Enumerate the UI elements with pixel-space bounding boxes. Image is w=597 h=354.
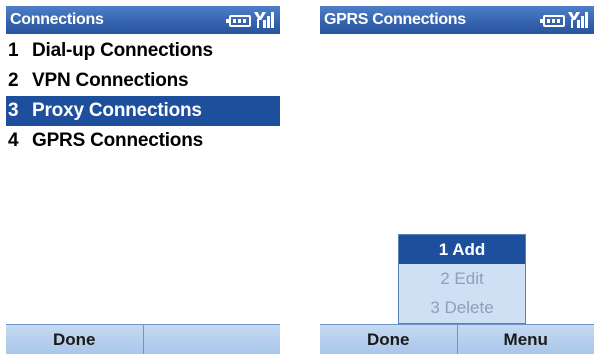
screen-title: GPRS Connections <box>324 11 466 28</box>
context-menu-popup: 1 Add 2 Edit 3 Delete <box>398 234 526 324</box>
add-menu-item[interactable]: 1 Add <box>399 235 525 264</box>
done-softkey[interactable]: Done <box>6 325 144 354</box>
menu-item-number: 4 <box>8 130 19 151</box>
status-icons <box>226 12 274 28</box>
menu-item-label: VPN Connections <box>32 70 189 91</box>
menu-softkey[interactable]: Menu <box>458 325 595 354</box>
menu-item-number: 3 <box>8 100 19 121</box>
gprs-connections-screen: GPRS Connections 1 Add 2 Edit 3 Delete D… <box>320 6 594 354</box>
title-bar: Connections <box>6 6 280 34</box>
status-icons <box>540 12 588 28</box>
signal-strength-icon <box>568 12 588 28</box>
signal-strength-icon <box>254 12 274 28</box>
connections-menu: 1 Dial-up Connections 2 VPN Connections … <box>6 36 280 156</box>
softkey-bar: Done Menu <box>320 324 594 354</box>
battery-icon <box>226 15 251 27</box>
menu-item-vpn[interactable]: 2 VPN Connections <box>6 66 280 96</box>
menu-item-label: Dial-up Connections <box>32 40 213 61</box>
menu-item-proxy[interactable]: 3 Proxy Connections <box>6 96 280 126</box>
done-softkey[interactable]: Done <box>320 325 458 354</box>
screen-title: Connections <box>10 11 104 28</box>
softkey-bar: Done <box>6 324 280 354</box>
title-bar: GPRS Connections <box>320 6 594 34</box>
menu-item-number: 2 <box>8 70 19 91</box>
right-softkey[interactable] <box>144 325 281 354</box>
battery-icon <box>540 15 565 27</box>
menu-item-gprs[interactable]: 4 GPRS Connections <box>6 126 280 156</box>
edit-menu-item[interactable]: 2 Edit <box>399 264 525 293</box>
connections-screen: Connections 1 Dial-up Connections 2 VPN … <box>6 6 280 354</box>
menu-item-label: Proxy Connections <box>32 100 202 121</box>
delete-menu-item[interactable]: 3 Delete <box>399 293 525 322</box>
menu-item-label: GPRS Connections <box>32 130 203 151</box>
menu-item-number: 1 <box>8 40 19 61</box>
menu-item-dial-up[interactable]: 1 Dial-up Connections <box>6 36 280 66</box>
